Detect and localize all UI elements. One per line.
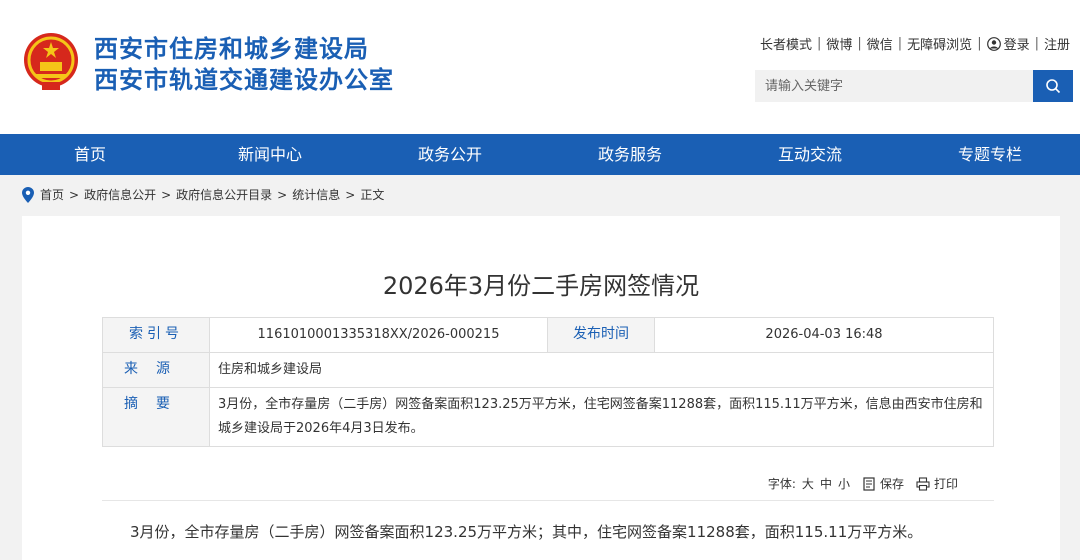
breadcrumb-statistics[interactable]: 统计信息 bbox=[292, 186, 340, 203]
nav-item-news[interactable]: 新闻中心 bbox=[180, 134, 360, 175]
link-separator: | bbox=[816, 36, 822, 51]
article-tools: 字体: 大 中 小 保存 打印 bbox=[768, 475, 958, 492]
source-label: 来源 bbox=[102, 352, 210, 388]
nav-item-gov-affairs[interactable]: 政务公开 bbox=[360, 134, 540, 175]
index-value: 1161010001335318XX/2026-000215 bbox=[209, 317, 548, 353]
breadcrumb: 首页 > 政府信息公开 > 政府信息公开目录 > 统计信息 > 正文 bbox=[22, 186, 384, 203]
save-icon bbox=[863, 476, 875, 491]
wechat-link[interactable]: 微信 bbox=[867, 34, 893, 53]
breadcrumb-gov-info-catalog[interactable]: 政府信息公开目录 bbox=[176, 186, 272, 203]
weibo-link[interactable]: 微博 bbox=[826, 34, 852, 53]
meta-row-index: 索引号 1161010001335318XX/2026-000215 发布时间 … bbox=[102, 317, 994, 353]
breadcrumb-current: 正文 bbox=[360, 188, 385, 202]
search-box bbox=[755, 70, 1073, 102]
search-icon bbox=[1046, 79, 1061, 94]
main-nav: 首页 新闻中心 政务公开 政务服务 互动交流 专题专栏 bbox=[0, 134, 1080, 175]
site-title-line2: 西安市轨道交通建设办公室 bbox=[94, 66, 394, 94]
meta-row-source: 来源 住房和城乡建设局 bbox=[102, 352, 994, 388]
summary-value: 3月份，全市存量房（二手房）网签备案面积123.25万平方米，住宅网签备案112… bbox=[209, 387, 994, 447]
print-icon bbox=[916, 476, 930, 491]
accessibility-link[interactable]: 无障碍浏览 bbox=[907, 34, 972, 53]
nav-item-services[interactable]: 政务服务 bbox=[540, 134, 720, 175]
font-size-large[interactable]: 大 bbox=[802, 475, 814, 492]
site-header: 西安市住房和城乡建设局 西安市轨道交通建设办公室 长者模式 | 微博 | 微信 … bbox=[0, 0, 1080, 134]
top-links: 长者模式 | 微博 | 微信 | 无障碍浏览 | 登录 | 注册 bbox=[760, 34, 1070, 53]
breadcrumb-gov-info[interactable]: 政府信息公开 bbox=[84, 186, 156, 203]
breadcrumb-home[interactable]: 首页 bbox=[40, 186, 64, 203]
index-label: 索引号 bbox=[102, 317, 210, 353]
search-input[interactable] bbox=[755, 70, 1033, 102]
link-separator: | bbox=[857, 36, 862, 51]
nav-item-topics[interactable]: 专题专栏 bbox=[900, 134, 1080, 175]
font-size-medium[interactable]: 中 bbox=[820, 475, 832, 492]
site-title-line1: 西安市住房和城乡建设局 bbox=[94, 35, 369, 63]
national-emblem-icon bbox=[24, 33, 78, 90]
link-separator: | bbox=[977, 36, 982, 51]
article-title: 2026年3月份二手房网签情况 bbox=[382, 272, 700, 300]
meta-row-summary: 摘要 3月份，全市存量房（二手房）网签备案面积123.25万平方米，住宅网签备案… bbox=[102, 387, 994, 447]
print-button[interactable]: 打印 bbox=[934, 475, 958, 492]
search-button[interactable] bbox=[1033, 70, 1073, 102]
breadcrumb-separator: > bbox=[69, 187, 80, 202]
font-size-label: 字体: bbox=[767, 477, 796, 491]
breadcrumb-separator: > bbox=[161, 187, 172, 202]
register-link[interactable]: 注册 bbox=[1044, 34, 1070, 53]
link-separator: | bbox=[897, 36, 903, 51]
user-icon bbox=[986, 36, 1001, 51]
summary-label: 摘要 bbox=[102, 387, 210, 447]
breadcrumb-separator: > bbox=[277, 187, 288, 202]
article-body: 3月份，全市存量房（二手房）网签备案面积123.25万平方米；其中，住宅网签备案… bbox=[130, 523, 923, 541]
elderly-mode-link[interactable]: 长者模式 bbox=[760, 34, 812, 53]
date-value: 2026-04-03 16:48 bbox=[654, 317, 994, 353]
article-container: 2026年3月份二手房网签情况 索引号 1161010001335318XX/2… bbox=[22, 216, 1060, 560]
site-titles: 西安市住房和城乡建设局 西安市轨道交通建设办公室 bbox=[94, 34, 394, 96]
save-button[interactable]: 保存 bbox=[880, 475, 904, 492]
font-size-small[interactable]: 小 bbox=[838, 475, 850, 492]
content-divider bbox=[102, 500, 994, 501]
link-separator: | bbox=[1034, 36, 1039, 51]
date-label: 发布时间 bbox=[547, 317, 655, 353]
location-pin-icon bbox=[22, 186, 34, 203]
breadcrumb-separator: > bbox=[345, 187, 356, 202]
source-value: 住房和城乡建设局 bbox=[209, 352, 994, 388]
nav-item-interaction[interactable]: 互动交流 bbox=[720, 134, 900, 175]
nav-item-home[interactable]: 首页 bbox=[0, 134, 180, 175]
article-meta-table: 索引号 1161010001335318XX/2026-000215 发布时间 … bbox=[102, 317, 994, 447]
login-link[interactable]: 登录 bbox=[1004, 34, 1030, 53]
